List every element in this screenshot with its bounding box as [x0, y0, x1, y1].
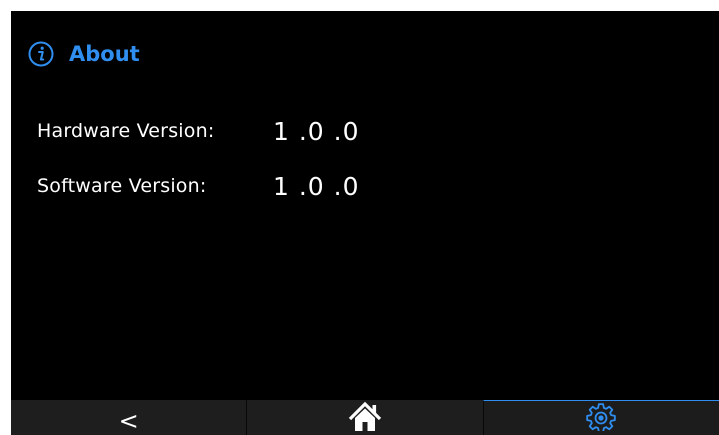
software-version-label: Software Version: [37, 175, 207, 197]
software-version-value: 1 .0 .0 [273, 171, 360, 201]
hardware-version-value: 1 .0 .0 [273, 116, 360, 146]
page-header: About [27, 39, 140, 69]
hardware-version-row: Hardware Version: 1 .0 .0 [37, 113, 360, 149]
gear-icon [584, 401, 618, 435]
hardware-version-label: Hardware Version: [37, 120, 215, 142]
home-icon [347, 401, 383, 435]
back-label: < [118, 407, 139, 435]
bottom-navbar: < [11, 400, 719, 435]
info-icon [27, 40, 55, 68]
back-button[interactable]: < [11, 400, 247, 435]
settings-button[interactable] [482, 400, 719, 435]
software-version-row: Software Version: 1 .0 .0 [37, 168, 360, 204]
gear-hub [598, 415, 604, 421]
page-title: About [69, 42, 140, 66]
about-screen: About Hardware Version: 1 .0 .0 Software… [11, 11, 719, 435]
home-button[interactable] [246, 400, 483, 435]
